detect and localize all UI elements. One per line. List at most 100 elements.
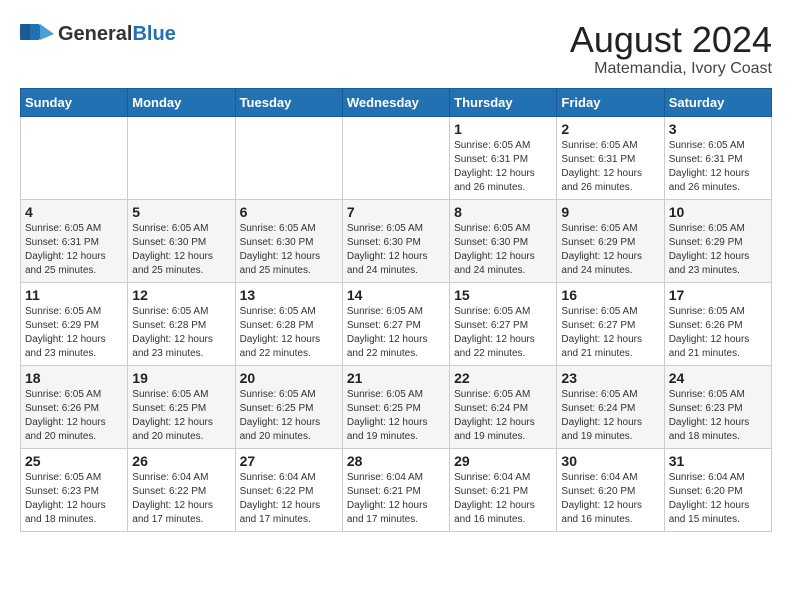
calendar-week-3: 11 Sunrise: 6:05 AMSunset: 6:29 PMDayligh… bbox=[21, 282, 772, 365]
day-info: Sunrise: 6:05 AMSunset: 6:27 PMDaylight:… bbox=[561, 305, 659, 361]
day-number: 24 bbox=[669, 370, 767, 386]
calendar-cell: 26 Sunrise: 6:04 AMSunset: 6:22 PMDayligh… bbox=[128, 448, 235, 531]
day-info: Sunrise: 6:05 AMSunset: 6:31 PMDaylight:… bbox=[561, 139, 659, 195]
calendar-cell bbox=[342, 116, 449, 199]
day-number: 11 bbox=[25, 287, 123, 303]
calendar-cell: 20 Sunrise: 6:05 AMSunset: 6:25 PMDayligh… bbox=[235, 365, 342, 448]
day-number: 29 bbox=[454, 453, 552, 469]
day-info: Sunrise: 6:05 AMSunset: 6:25 PMDaylight:… bbox=[240, 388, 338, 444]
day-info: Sunrise: 6:05 AMSunset: 6:28 PMDaylight:… bbox=[132, 305, 230, 361]
calendar-cell: 3 Sunrise: 6:05 AMSunset: 6:31 PMDaylight… bbox=[664, 116, 771, 199]
logo-icon bbox=[20, 20, 54, 48]
day-number: 15 bbox=[454, 287, 552, 303]
day-number: 1 bbox=[454, 121, 552, 137]
day-info: Sunrise: 6:05 AMSunset: 6:29 PMDaylight:… bbox=[561, 222, 659, 278]
day-info: Sunrise: 6:05 AMSunset: 6:30 PMDaylight:… bbox=[347, 222, 445, 278]
calendar-title: August 2024 bbox=[570, 20, 772, 60]
calendar-cell: 23Sunrise: 6:05 AMSunset: 6:24 PMDayligh… bbox=[557, 365, 664, 448]
weekday-header-sunday: Sunday bbox=[21, 88, 128, 116]
calendar-cell: 25 Sunrise: 6:05 AMSunset: 6:23 PMDayligh… bbox=[21, 448, 128, 531]
calendar-cell: 27Sunrise: 6:04 AMSunset: 6:22 PMDayligh… bbox=[235, 448, 342, 531]
day-info: Sunrise: 6:05 AMSunset: 6:31 PMDaylight:… bbox=[669, 139, 767, 195]
day-number: 10 bbox=[669, 204, 767, 220]
weekday-row: SundayMondayTuesdayWednesdayThursdayFrid… bbox=[21, 88, 772, 116]
calendar-cell: 1 Sunrise: 6:05 AMSunset: 6:31 PMDaylight… bbox=[450, 116, 557, 199]
calendar-cell: 16Sunrise: 6:05 AMSunset: 6:27 PMDayligh… bbox=[557, 282, 664, 365]
day-info: Sunrise: 6:05 AMSunset: 6:29 PMDaylight:… bbox=[25, 305, 123, 361]
day-info: Sunrise: 6:04 AMSunset: 6:22 PMDaylight:… bbox=[132, 471, 230, 527]
day-number: 20 bbox=[240, 370, 338, 386]
weekday-header-saturday: Saturday bbox=[664, 88, 771, 116]
calendar-cell: 10 Sunrise: 6:05 AMSunset: 6:29 PMDayligh… bbox=[664, 199, 771, 282]
day-number: 13 bbox=[240, 287, 338, 303]
day-number: 3 bbox=[669, 121, 767, 137]
weekday-header-thursday: Thursday bbox=[450, 88, 557, 116]
calendar-cell bbox=[128, 116, 235, 199]
day-number: 12 bbox=[132, 287, 230, 303]
day-info: Sunrise: 6:05 AMSunset: 6:24 PMDaylight:… bbox=[454, 388, 552, 444]
day-info: Sunrise: 6:05 AMSunset: 6:30 PMDaylight:… bbox=[240, 222, 338, 278]
calendar-cell bbox=[235, 116, 342, 199]
day-number: 26 bbox=[132, 453, 230, 469]
calendar-week-4: 18 Sunrise: 6:05 AMSunset: 6:26 PMDayligh… bbox=[21, 365, 772, 448]
page-header: GeneralBlue August 2024 Matemandia, Ivor… bbox=[20, 20, 772, 78]
day-number: 9 bbox=[561, 204, 659, 220]
logo: GeneralBlue bbox=[20, 20, 176, 48]
day-number: 27 bbox=[240, 453, 338, 469]
calendar-cell bbox=[21, 116, 128, 199]
calendar-cell: 19 Sunrise: 6:05 AMSunset: 6:25 PMDayligh… bbox=[128, 365, 235, 448]
day-info: Sunrise: 6:05 AMSunset: 6:31 PMDaylight:… bbox=[25, 222, 123, 278]
day-number: 28 bbox=[347, 453, 445, 469]
calendar-cell: 8 Sunrise: 6:05 AMSunset: 6:30 PMDaylight… bbox=[450, 199, 557, 282]
day-number: 6 bbox=[240, 204, 338, 220]
calendar-cell: 21Sunrise: 6:05 AMSunset: 6:25 PMDayligh… bbox=[342, 365, 449, 448]
calendar-cell: 15Sunrise: 6:05 AMSunset: 6:27 PMDayligh… bbox=[450, 282, 557, 365]
calendar-table: SundayMondayTuesdayWednesdayThursdayFrid… bbox=[20, 88, 772, 532]
weekday-header-wednesday: Wednesday bbox=[342, 88, 449, 116]
title-section: August 2024 Matemandia, Ivory Coast bbox=[570, 20, 772, 78]
day-info: Sunrise: 6:04 AMSunset: 6:21 PMDaylight:… bbox=[454, 471, 552, 527]
day-info: Sunrise: 6:05 AMSunset: 6:30 PMDaylight:… bbox=[454, 222, 552, 278]
calendar-cell: 14 Sunrise: 6:05 AMSunset: 6:27 PMDayligh… bbox=[342, 282, 449, 365]
day-number: 7 bbox=[347, 204, 445, 220]
day-info: Sunrise: 6:05 AMSunset: 6:29 PMDaylight:… bbox=[669, 222, 767, 278]
calendar-cell: 9 Sunrise: 6:05 AMSunset: 6:29 PMDaylight… bbox=[557, 199, 664, 282]
day-number: 21 bbox=[347, 370, 445, 386]
day-number: 17 bbox=[669, 287, 767, 303]
calendar-body: 1 Sunrise: 6:05 AMSunset: 6:31 PMDaylight… bbox=[21, 116, 772, 531]
day-info: Sunrise: 6:05 AMSunset: 6:28 PMDaylight:… bbox=[240, 305, 338, 361]
day-number: 18 bbox=[25, 370, 123, 386]
logo-general: General bbox=[58, 23, 132, 45]
calendar-cell: 7 Sunrise: 6:05 AMSunset: 6:30 PMDaylight… bbox=[342, 199, 449, 282]
day-info: Sunrise: 6:05 AMSunset: 6:23 PMDaylight:… bbox=[25, 471, 123, 527]
day-info: Sunrise: 6:05 AMSunset: 6:26 PMDaylight:… bbox=[25, 388, 123, 444]
day-number: 19 bbox=[132, 370, 230, 386]
day-info: Sunrise: 6:05 AMSunset: 6:26 PMDaylight:… bbox=[669, 305, 767, 361]
logo-blue: Blue bbox=[132, 23, 175, 45]
calendar-cell: 2 Sunrise: 6:05 AMSunset: 6:31 PMDaylight… bbox=[557, 116, 664, 199]
calendar-cell: 13 Sunrise: 6:05 AMSunset: 6:28 PMDayligh… bbox=[235, 282, 342, 365]
day-number: 25 bbox=[25, 453, 123, 469]
day-info: Sunrise: 6:05 AMSunset: 6:24 PMDaylight:… bbox=[561, 388, 659, 444]
calendar-week-1: 1 Sunrise: 6:05 AMSunset: 6:31 PMDaylight… bbox=[21, 116, 772, 199]
day-number: 30 bbox=[561, 453, 659, 469]
calendar-week-5: 25 Sunrise: 6:05 AMSunset: 6:23 PMDayligh… bbox=[21, 448, 772, 531]
calendar-cell: 28 Sunrise: 6:04 AMSunset: 6:21 PMDayligh… bbox=[342, 448, 449, 531]
calendar-cell: 11 Sunrise: 6:05 AMSunset: 6:29 PMDayligh… bbox=[21, 282, 128, 365]
day-number: 4 bbox=[25, 204, 123, 220]
calendar-cell: 22 Sunrise: 6:05 AMSunset: 6:24 PMDayligh… bbox=[450, 365, 557, 448]
day-number: 5 bbox=[132, 204, 230, 220]
day-number: 14 bbox=[347, 287, 445, 303]
day-info: Sunrise: 6:05 AMSunset: 6:27 PMDaylight:… bbox=[347, 305, 445, 361]
calendar-cell: 30Sunrise: 6:04 AMSunset: 6:20 PMDayligh… bbox=[557, 448, 664, 531]
day-info: Sunrise: 6:05 AMSunset: 6:25 PMDaylight:… bbox=[132, 388, 230, 444]
day-number: 2 bbox=[561, 121, 659, 137]
day-number: 8 bbox=[454, 204, 552, 220]
calendar-cell: 12 Sunrise: 6:05 AMSunset: 6:28 PMDayligh… bbox=[128, 282, 235, 365]
day-info: Sunrise: 6:05 AMSunset: 6:31 PMDaylight:… bbox=[454, 139, 552, 195]
day-number: 22 bbox=[454, 370, 552, 386]
day-number: 31 bbox=[669, 453, 767, 469]
day-info: Sunrise: 6:04 AMSunset: 6:21 PMDaylight:… bbox=[347, 471, 445, 527]
calendar-week-2: 4 Sunrise: 6:05 AMSunset: 6:31 PMDaylight… bbox=[21, 199, 772, 282]
weekday-header-friday: Friday bbox=[557, 88, 664, 116]
